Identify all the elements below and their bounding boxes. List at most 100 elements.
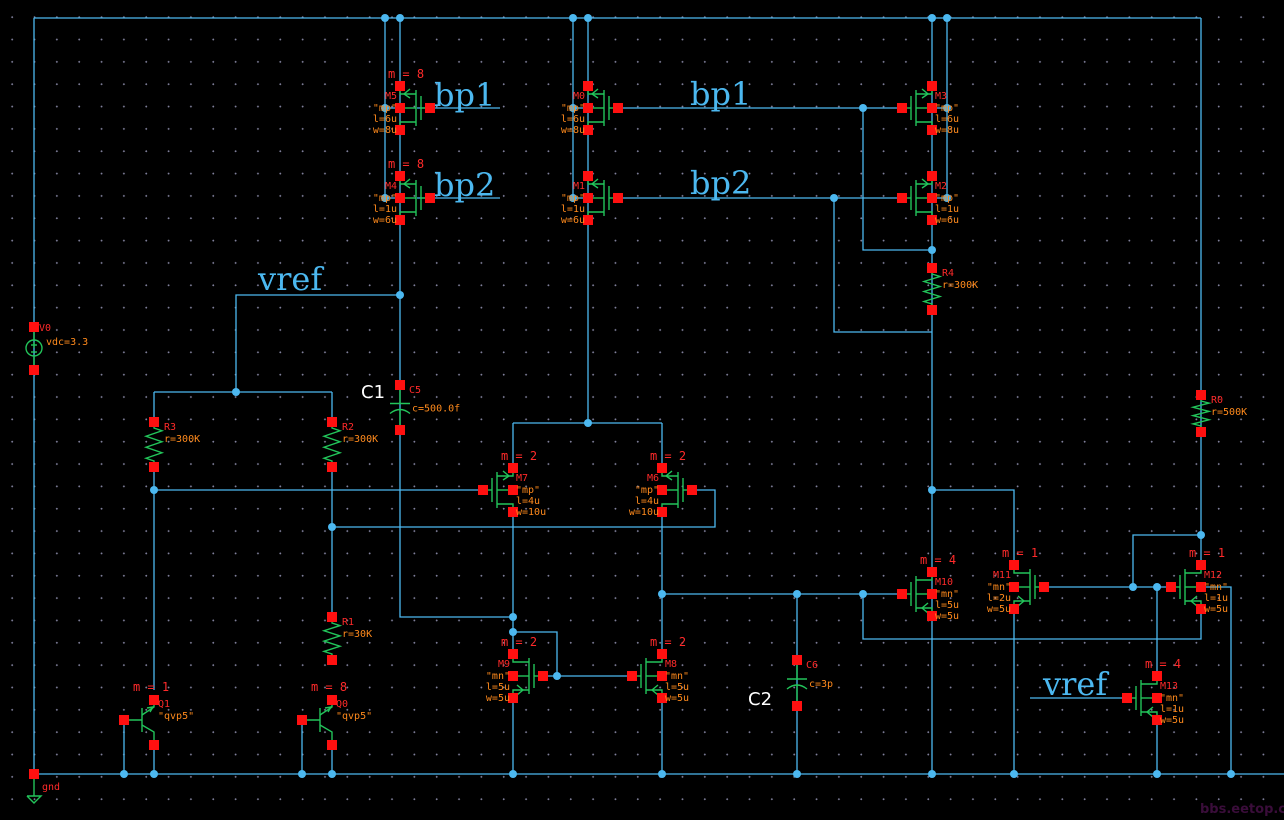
resistance-param: r=300K [164,434,200,445]
pin[interactable] [149,417,159,427]
mosfet-M9[interactable] [508,649,548,703]
pin[interactable] [927,81,937,91]
junction-dot [328,770,336,778]
resistor-R4[interactable] [921,263,943,315]
pin[interactable] [119,715,129,725]
junction-dot [569,14,577,22]
model-name: "qvp5" [336,711,372,722]
pin[interactable] [627,671,637,681]
pin[interactable] [613,103,623,113]
schematic[interactable]: M5"mp"l=6uw=8um = 8M4"mp"l=1uw=6um = 8M0… [0,0,1284,820]
pin[interactable] [395,425,405,435]
wire[interactable] [833,198,932,333]
model-name: "mp" [561,193,585,204]
pin[interactable] [657,649,667,659]
model-name: "mn" [1204,582,1228,593]
width-param: w=10u [629,507,659,518]
pin[interactable] [508,649,518,659]
pin[interactable] [395,171,405,181]
wire[interactable] [1201,586,1232,774]
pin[interactable] [897,589,907,599]
junction-dot [584,14,592,22]
pin[interactable] [1196,427,1206,437]
junction-dot [120,770,128,778]
pin[interactable] [327,462,337,472]
pin[interactable] [1122,693,1132,703]
pin[interactable] [927,171,937,181]
mosfet-M7[interactable] [478,463,518,517]
pin[interactable] [1039,582,1049,592]
instance-name: M5 [385,91,397,102]
pin[interactable] [927,305,937,315]
pin[interactable] [1196,390,1206,400]
resistance-param: r=300K [942,280,978,291]
pin[interactable] [792,701,802,711]
pin[interactable] [29,365,39,375]
mosfet-M12[interactable] [1166,560,1206,614]
mosfet-M0[interactable] [583,81,623,135]
pin[interactable] [508,463,518,473]
schematic-canvas[interactable]: M5 "mp" l=6u w=8u m = 8 M4 "mp" l=1u w=6u m = 8 M0… [0,0,1284,820]
pin[interactable] [687,485,697,495]
pin[interactable] [478,485,488,495]
pin[interactable] [1152,671,1162,681]
mosfet-M5[interactable] [395,81,435,135]
resistor-R2[interactable] [321,417,343,472]
pin[interactable] [538,671,548,681]
multiplier-param: m = 8 [388,157,424,171]
pin[interactable] [583,81,593,91]
width-param: w=8u [935,125,959,136]
mosfet-M2[interactable] [897,171,937,225]
model-name: "mn" [665,671,689,682]
pin[interactable] [149,740,159,750]
pin[interactable] [613,193,623,203]
pin[interactable] [792,655,802,665]
pin[interactable] [327,655,337,665]
wire[interactable] [235,294,400,392]
ground-symbol[interactable] [26,769,43,804]
pin[interactable] [657,463,667,473]
resistor-R1[interactable] [321,612,343,665]
mosfet-M10[interactable] [897,567,937,621]
devices [25,81,1212,804]
pin[interactable] [297,715,307,725]
mosfet-M11[interactable] [1009,560,1049,614]
pin[interactable] [1009,560,1019,570]
junction-dot [509,770,517,778]
width-param: w=10u [516,507,546,518]
mosfet-M8[interactable] [627,649,667,703]
length-param: l=1u [1204,593,1228,604]
mosfet-M3[interactable] [897,81,937,135]
pin[interactable] [897,103,907,113]
bjt-Q0[interactable] [297,695,337,750]
wire[interactable] [1132,534,1201,587]
width-param: w=5u [935,611,959,622]
junction-dot [1010,770,1018,778]
instance-name: M0 [573,91,585,102]
pin[interactable] [327,612,337,622]
pin[interactable] [327,417,337,427]
pin[interactable] [897,193,907,203]
pin[interactable] [327,740,337,750]
wire[interactable] [862,594,1202,640]
pin[interactable] [29,769,39,779]
mosfet-M13[interactable] [1122,671,1162,725]
pin[interactable] [927,263,937,273]
resistor-R0[interactable] [1190,390,1212,437]
pin[interactable] [149,462,159,472]
pin[interactable] [1196,560,1206,570]
junction-dot [793,590,801,598]
pin[interactable] [395,380,405,390]
wire[interactable] [862,108,932,251]
resistor-R3[interactable] [143,417,165,472]
pin[interactable] [395,81,405,91]
mosfet-M4[interactable] [395,171,435,225]
pin[interactable] [29,322,39,332]
mosfet-M1[interactable] [583,171,623,225]
instance-name: M8 [665,659,677,670]
pin[interactable] [927,567,937,577]
pin[interactable] [583,171,593,181]
pin[interactable] [1166,582,1176,592]
mosfet-M6[interactable] [657,463,697,517]
bjt-Q1[interactable] [119,695,159,750]
